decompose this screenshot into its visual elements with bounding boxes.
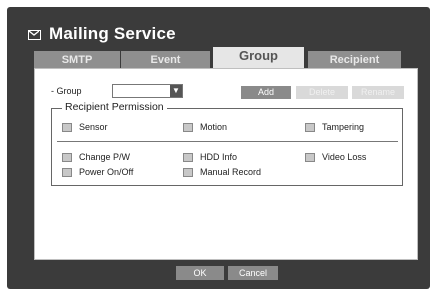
ok-button[interactable]: OK: [176, 266, 224, 280]
cancel-button[interactable]: Cancel: [228, 266, 278, 280]
checkbox-label: Manual Record: [200, 167, 262, 177]
checkbox-box[interactable]: [183, 167, 193, 177]
checkbox-hdd-info[interactable]: HDD Info: [183, 152, 237, 162]
checkbox-label: Video Loss: [322, 152, 367, 162]
group-label: - Group: [51, 86, 82, 96]
chevron-down-icon[interactable]: ▼: [170, 85, 182, 97]
checkbox-sensor[interactable]: Sensor: [62, 122, 108, 132]
checkbox-label: Change P/W: [79, 152, 131, 162]
checkbox-box[interactable]: [305, 152, 315, 162]
checkbox-video-loss[interactable]: Video Loss: [305, 152, 366, 162]
checkbox-box[interactable]: [62, 122, 72, 132]
checkbox-change-pw[interactable]: Change P/W: [62, 152, 130, 162]
envelope-icon: [28, 30, 41, 40]
permission-divider: [57, 141, 398, 142]
rename-button[interactable]: Rename: [352, 86, 404, 99]
checkbox-box[interactable]: [183, 122, 193, 132]
checkbox-label: Motion: [200, 122, 228, 132]
checkbox-label: HDD Info: [200, 152, 238, 162]
tab-group[interactable]: Group: [213, 47, 304, 68]
checkbox-box[interactable]: [183, 152, 193, 162]
checkbox-box[interactable]: [62, 167, 72, 177]
tab-smtp[interactable]: SMTP: [34, 51, 120, 68]
window-title: Mailing Service: [49, 24, 176, 43]
tab-event[interactable]: Event: [121, 51, 210, 68]
recipient-permission-legend: Recipient Permission: [62, 101, 167, 113]
checkbox-label: Power On/Off: [79, 167, 134, 177]
checkbox-manual-record[interactable]: Manual Record: [183, 167, 261, 177]
checkbox-power-on-off[interactable]: Power On/Off: [62, 167, 133, 177]
tab-recipient[interactable]: Recipient: [308, 51, 401, 68]
checkbox-box[interactable]: [62, 152, 72, 162]
group-dropdown[interactable]: ▼: [112, 84, 183, 98]
checkbox-label: Sensor: [79, 122, 108, 132]
add-button[interactable]: Add: [241, 86, 291, 99]
checkbox-label: Tampering: [322, 122, 365, 132]
delete-button[interactable]: Delete: [296, 86, 348, 99]
checkbox-box[interactable]: [305, 122, 315, 132]
checkbox-motion[interactable]: Motion: [183, 122, 227, 132]
tab-bar: SMTP Event Group Recipient: [34, 47, 401, 68]
checkbox-tampering[interactable]: Tampering: [305, 122, 364, 132]
